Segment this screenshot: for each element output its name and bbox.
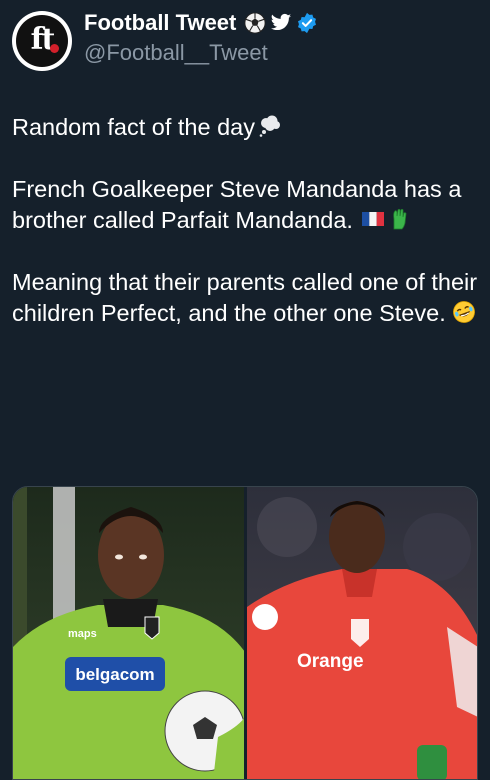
verified-badge-icon [298, 12, 317, 34]
photo-left-illustration: belgacom maps [13, 487, 244, 779]
tweet-paragraph-3: Meaning that their parents called one of… [12, 267, 482, 329]
twitter-bird-icon [271, 13, 292, 31]
avatar[interactable]: ft [12, 11, 72, 71]
left-sponsor-text: belgacom [75, 665, 154, 684]
photo-steve-mandanda-orange-kit[interactable]: Orange [247, 487, 477, 779]
tweet-media[interactable]: belgacom maps Orange [12, 486, 478, 780]
thought-bubble-emoji-icon [259, 115, 280, 137]
photo-right-illustration: Orange [247, 497, 477, 779]
tweet-line-1-text: Random fact of the day [12, 114, 255, 140]
name-row: Football Tweet [84, 8, 318, 38]
soccer-ball-icon [244, 12, 266, 34]
left-brand-text: maps [68, 628, 97, 640]
tweet-header: ft Football Tweet @Football__Tweet [12, 8, 478, 74]
tweet-paragraph-3-text: Meaning that their parents called one of… [12, 269, 478, 326]
laughing-emoji-icon [452, 301, 475, 323]
right-sponsor-text: Orange [297, 651, 364, 672]
account-handle[interactable]: @Football__Tweet [84, 40, 268, 66]
photo-steve-mandanda-green-kit[interactable]: belgacom maps [13, 487, 244, 779]
france-flag-emoji-icon [361, 212, 384, 226]
gloves-emoji-icon [393, 208, 407, 230]
display-name[interactable]: Football Tweet [84, 10, 236, 36]
tweet-text: Random fact of the day French Goalkeeper… [12, 112, 482, 329]
tweet-line-1: Random fact of the day [12, 112, 482, 143]
avatar-logo: ft [16, 15, 68, 67]
tweet-paragraph-2: French Goalkeeper Steve Mandanda has a b… [12, 174, 482, 236]
avatar-dot [50, 44, 59, 53]
